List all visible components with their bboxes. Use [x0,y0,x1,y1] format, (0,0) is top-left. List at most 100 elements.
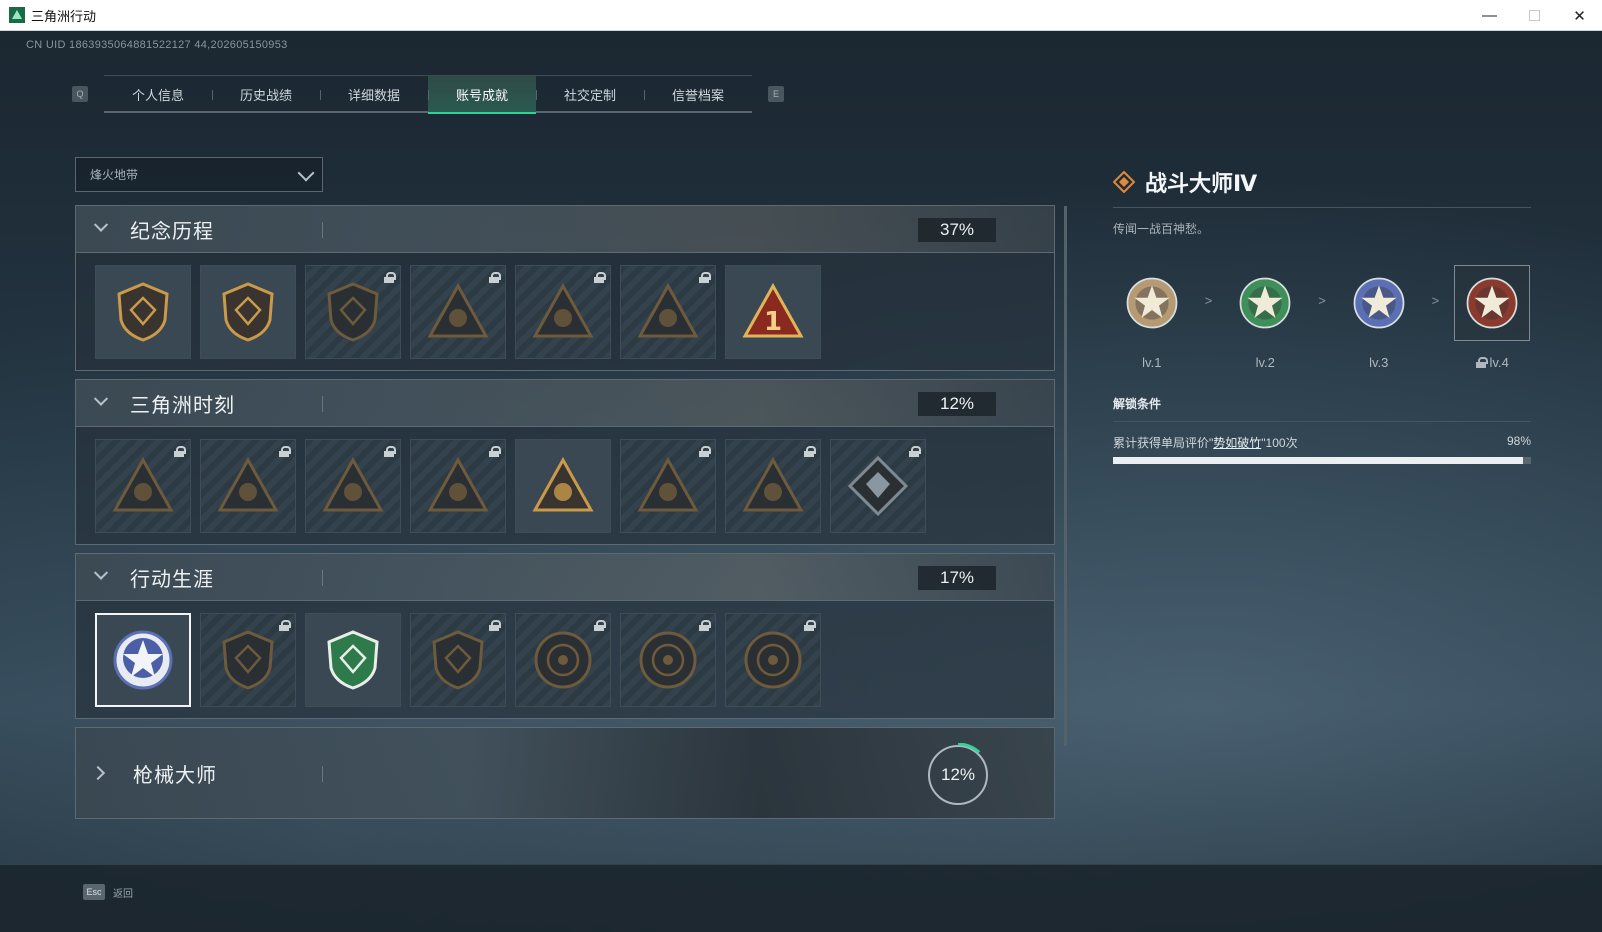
level-label-text: lv.2 [1255,355,1275,370]
section-percent: 17% [918,566,996,590]
mode-select-dropdown[interactable]: 烽火地带 [75,157,323,192]
achievement-badge[interactable] [200,438,296,533]
achievement-badge[interactable] [410,438,506,533]
app-icon [9,7,25,23]
detail-title: 战斗大师Ⅳ [1145,171,1258,196]
tab-4[interactable]: 账号成就 [428,76,536,114]
lock-icon [279,619,291,631]
robot-triangle-emblem-icon [217,456,279,511]
level-arrow: > [1318,293,1326,308]
achievement-badge[interactable] [725,612,821,707]
detail-header: 战斗大师Ⅳ [1113,165,1531,199]
tab-2[interactable]: 历史战绩 [212,76,320,112]
chevron-down-icon [297,164,315,182]
star-seal-icon [1353,277,1405,329]
lock-icon [489,271,501,283]
maximize-button[interactable]: ☐ [1512,0,1557,31]
achievement-badge[interactable] [95,264,191,359]
achievement-badge[interactable] [515,612,611,707]
achievement-badge[interactable] [305,612,401,707]
face-triangle-emblem-icon [532,282,594,337]
divider [322,396,323,412]
level-emblem [1114,265,1190,341]
level-emblem [1341,265,1417,341]
level-item[interactable]: lv.2 [1226,265,1304,370]
chevron-right-icon[interactable] [90,765,106,781]
achievement-badge[interactable] [620,612,716,707]
achievement-badge[interactable] [620,264,716,359]
badge-grid [75,601,1055,719]
achievement-badge[interactable] [200,264,296,359]
dice-shield-emblem-icon [432,629,484,690]
level-item[interactable]: lv.4 [1453,265,1531,370]
tab-6[interactable]: 信誉档案 [644,76,752,112]
progress-ring-arc [957,743,981,754]
section-title: 枪械大师 [133,764,217,787]
achievement-badge[interactable] [830,438,926,533]
star-seal-icon [1126,277,1178,329]
lock-icon [804,445,816,457]
achievement-badge[interactable] [305,438,401,533]
back-button[interactable]: Esc 返回 [83,884,133,900]
achievement-badge[interactable] [410,264,506,359]
achievement-list: 纪念历程 37% 1 三角洲时刻 12% 行动生涯 17% 枪械大师 12% [75,205,1055,819]
chevron-down-icon[interactable] [93,217,109,232]
condition-highlight: 势如破竹 [1213,436,1262,450]
achievement-section: 三角洲时刻 12% [75,379,1055,545]
achievement-badge[interactable] [95,612,191,707]
star-seal-emblem-icon [113,630,173,689]
squad-triangle-emblem-icon [532,456,594,511]
achievement-badge[interactable] [515,264,611,359]
lock-icon [909,445,921,457]
prev-tab-key-hint[interactable]: Q [72,86,88,102]
divider [1113,421,1531,422]
team-triangle-emblem-icon [637,456,699,511]
level-label-text: lv.4 [1489,355,1509,370]
crate-triangle-emblem-icon [112,456,174,511]
achievement-badge[interactable] [410,612,506,707]
lock-icon [174,445,186,457]
tab-3[interactable]: 详细数据 [320,76,428,112]
lock-icon [594,619,606,631]
level-arrow: > [1431,293,1440,308]
section-header-collapsed[interactable]: 枪械大师 12% [75,727,1055,819]
chevron-down-icon[interactable] [93,391,109,406]
tab-5[interactable]: 社交定制 [536,76,644,112]
achievement-badge[interactable] [725,438,821,533]
chevron-down-icon[interactable] [93,565,109,580]
lock-icon [699,445,711,457]
level-item[interactable]: lv.1 [1113,265,1191,370]
level-item[interactable]: lv.3 [1340,265,1418,370]
achievement-badge[interactable] [620,438,716,533]
close-button[interactable]: ✕ [1557,0,1602,31]
badge-grid: 1 [75,253,1055,371]
divider [322,222,323,238]
gem-diamond-emblem-icon [847,455,909,516]
lock-icon [699,271,711,283]
skull-triangle-emblem-icon [637,282,699,337]
lock-icon [279,445,291,457]
section-header[interactable]: 行动生涯 17% [75,553,1055,601]
achievement-badge[interactable] [95,438,191,533]
section-header[interactable]: 纪念历程 37% [75,205,1055,253]
circle-seal-emblem-icon [534,631,592,688]
window-titlebar: 三角洲行动 — ☐ ✕ [0,0,1602,31]
lock-icon [1475,357,1488,368]
next-tab-key-hint[interactable]: E [768,86,784,102]
bottom-bar: Esc 返回 [0,864,1602,932]
delta-shield-emblem-icon [117,281,169,342]
tab-strip: 个人信息 历史战绩 详细数据 账号成就 社交定制 信誉档案 [104,75,752,114]
achievement-section: 行动生涯 17% [75,553,1055,719]
tab-1[interactable]: 个人信息 [104,76,212,112]
achievement-badge[interactable]: 1 [725,264,821,359]
mode-select-value: 烽火地带 [90,168,139,182]
level-emblem [1454,265,1531,341]
section-header[interactable]: 三角洲时刻 12% [75,379,1055,427]
divider [1113,207,1531,208]
achievement-badge[interactable] [305,264,401,359]
achievement-badge[interactable] [515,438,611,533]
list-scrollbar[interactable] [1064,206,1067,746]
achievement-badge[interactable] [200,612,296,707]
minimize-button[interactable]: — [1467,0,1512,31]
hands-triangle-emblem-icon [427,456,489,511]
